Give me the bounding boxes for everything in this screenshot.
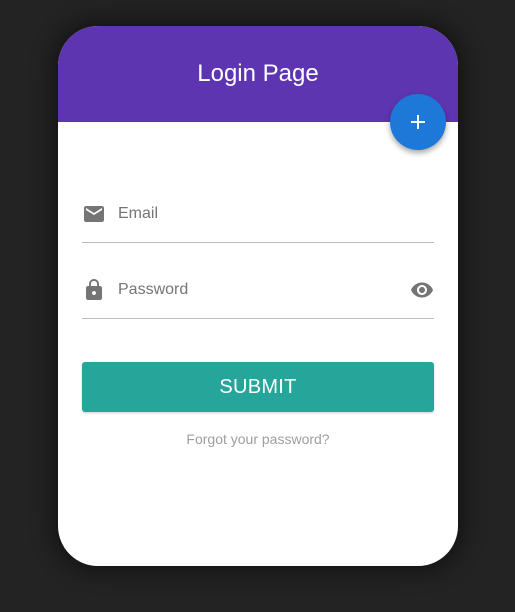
email-input[interactable] (118, 202, 398, 226)
plus-icon (411, 115, 425, 129)
eye-icon[interactable] (410, 278, 434, 302)
page-title: Login Page (197, 60, 319, 87)
email-icon (84, 206, 104, 222)
password-field (82, 262, 434, 319)
email-field (82, 186, 434, 243)
add-fab-button[interactable] (390, 94, 446, 150)
submit-button[interactable]: SUBMIT (82, 362, 434, 412)
forgot-password-link[interactable]: Forgot your password? (82, 431, 434, 447)
password-input[interactable] (118, 278, 398, 302)
lock-icon (86, 279, 102, 300)
